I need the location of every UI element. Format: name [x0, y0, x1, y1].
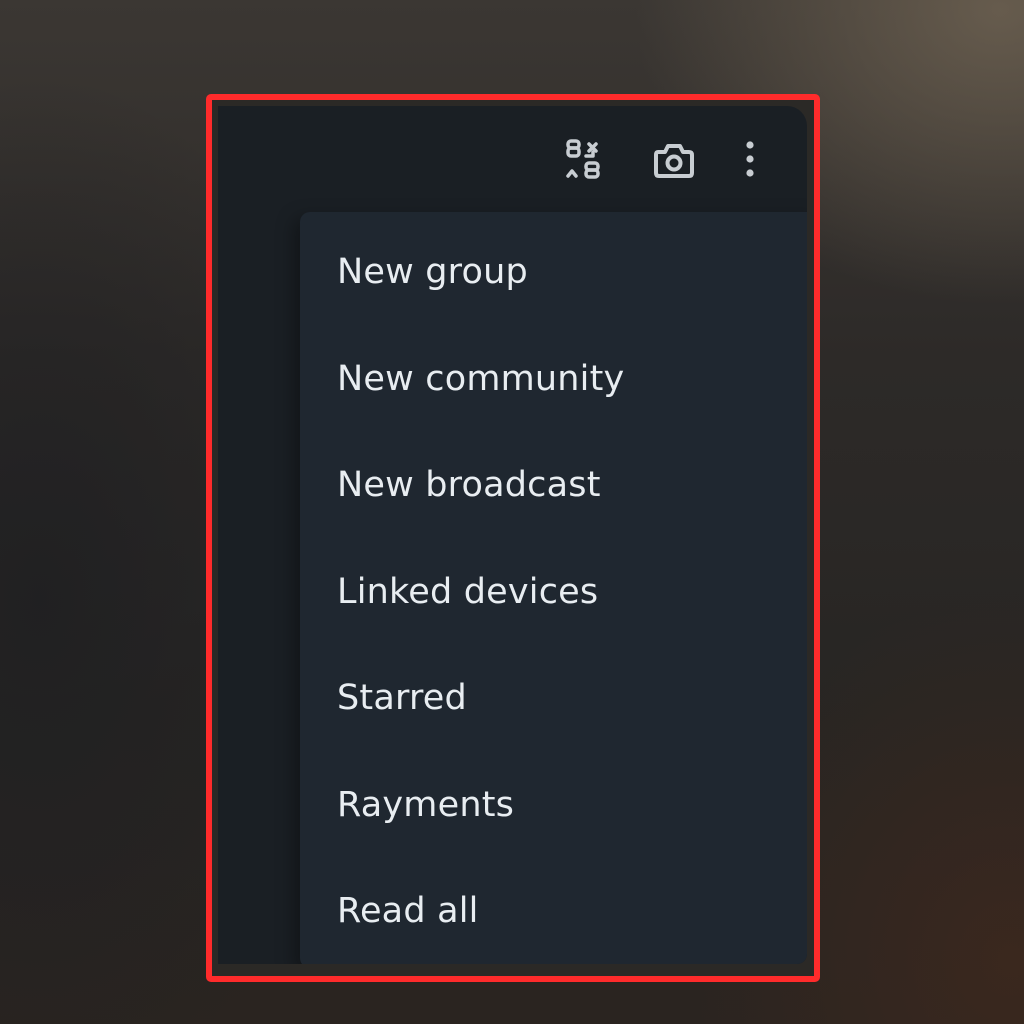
more-options-icon[interactable]	[740, 138, 760, 180]
menu-item-read-all[interactable]: Read all	[300, 858, 807, 964]
menu-item-label: Rayments	[337, 784, 515, 825]
qr-scan-icon[interactable]	[564, 138, 604, 180]
overflow-menu: New group New community New broadcast Li…	[300, 212, 807, 964]
app-screen: New group New community New broadcast Li…	[218, 106, 807, 964]
menu-item-linked-devices[interactable]: Linked devices	[300, 539, 807, 646]
camera-icon[interactable]	[652, 140, 696, 180]
menu-item-label: Starred	[337, 678, 467, 719]
menu-item-label: New broadcast	[337, 465, 601, 506]
menu-item-label: New group	[337, 252, 528, 293]
menu-item-new-broadcast[interactable]: New broadcast	[300, 432, 807, 539]
menu-item-payments[interactable]: Rayments	[300, 752, 807, 859]
highlight-frame: New group New community New broadcast Li…	[206, 94, 820, 982]
menu-item-label: New community	[337, 358, 625, 399]
menu-item-new-group[interactable]: New group	[300, 219, 807, 326]
menu-item-new-community[interactable]: New community	[300, 326, 807, 433]
menu-item-starred[interactable]: Starred	[300, 645, 807, 752]
menu-item-label: Linked devices	[337, 571, 599, 612]
top-toolbar	[218, 106, 807, 206]
menu-item-label: Read all	[337, 891, 479, 932]
